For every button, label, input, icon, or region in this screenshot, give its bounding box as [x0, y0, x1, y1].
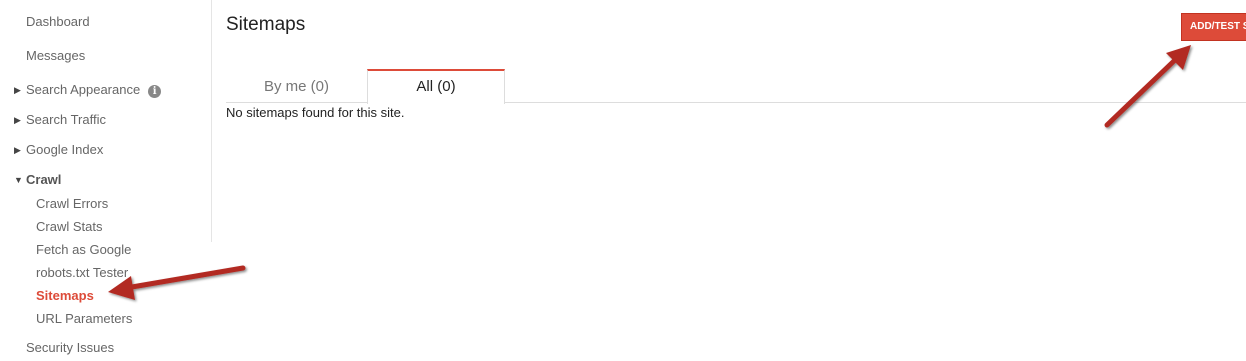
sidebar-divider — [211, 0, 212, 242]
sidebar-item-dashboard[interactable]: Dashboard — [26, 14, 90, 29]
sidebar-item-search-appearance[interactable]: ▶ Search Appearance i — [14, 82, 162, 98]
tab-all[interactable]: All (0) — [367, 69, 505, 104]
page-title: Sitemaps — [226, 14, 306, 35]
triangle-right-icon: ▶ — [14, 115, 21, 125]
sidebar-item-google-index[interactable]: ▶ Google Index — [14, 142, 103, 157]
sidebar-subitem-crawl-errors[interactable]: Crawl Errors — [36, 196, 108, 211]
sidebar-subitem-robots-tester[interactable]: robots.txt Tester — [36, 265, 128, 280]
sidebar: Dashboard Messages ▶ Search Appearance i ▶… — [0, 0, 212, 361]
triangle-right-icon: ▶ — [14, 145, 21, 155]
add-test-sitemap-button[interactable]: ADD/TEST SITEMAP — [1181, 13, 1246, 41]
sidebar-item-search-traffic[interactable]: ▶ Search Traffic — [14, 112, 106, 127]
sidebar-subitem-url-parameters[interactable]: URL Parameters — [36, 311, 132, 326]
sidebar-item-label: Search Traffic — [26, 112, 106, 127]
sidebar-item-label: Search Appearance — [26, 82, 141, 97]
tab-by-me[interactable]: By me (0) — [226, 69, 367, 103]
sidebar-subitem-crawl-stats[interactable]: Crawl Stats — [36, 219, 102, 234]
arrow-to-add-button-icon — [1104, 45, 1191, 128]
sidebar-item-crawl[interactable]: ▼ Crawl — [14, 172, 61, 187]
triangle-right-icon: ▶ — [14, 85, 21, 95]
sidebar-item-messages[interactable]: Messages — [26, 48, 85, 63]
sidebar-subitem-sitemaps[interactable]: Sitemaps — [36, 288, 94, 303]
sidebar-item-security-issues[interactable]: Security Issues — [26, 340, 114, 355]
sidebar-subitem-fetch-as-google[interactable]: Fetch as Google — [36, 242, 131, 257]
info-icon[interactable]: i — [148, 85, 162, 98]
sidebar-item-label: Google Index — [26, 142, 104, 157]
empty-state-message: No sitemaps found for this site. — [226, 105, 405, 120]
sidebar-item-label: Crawl — [26, 172, 62, 187]
triangle-down-icon: ▼ — [14, 175, 23, 185]
